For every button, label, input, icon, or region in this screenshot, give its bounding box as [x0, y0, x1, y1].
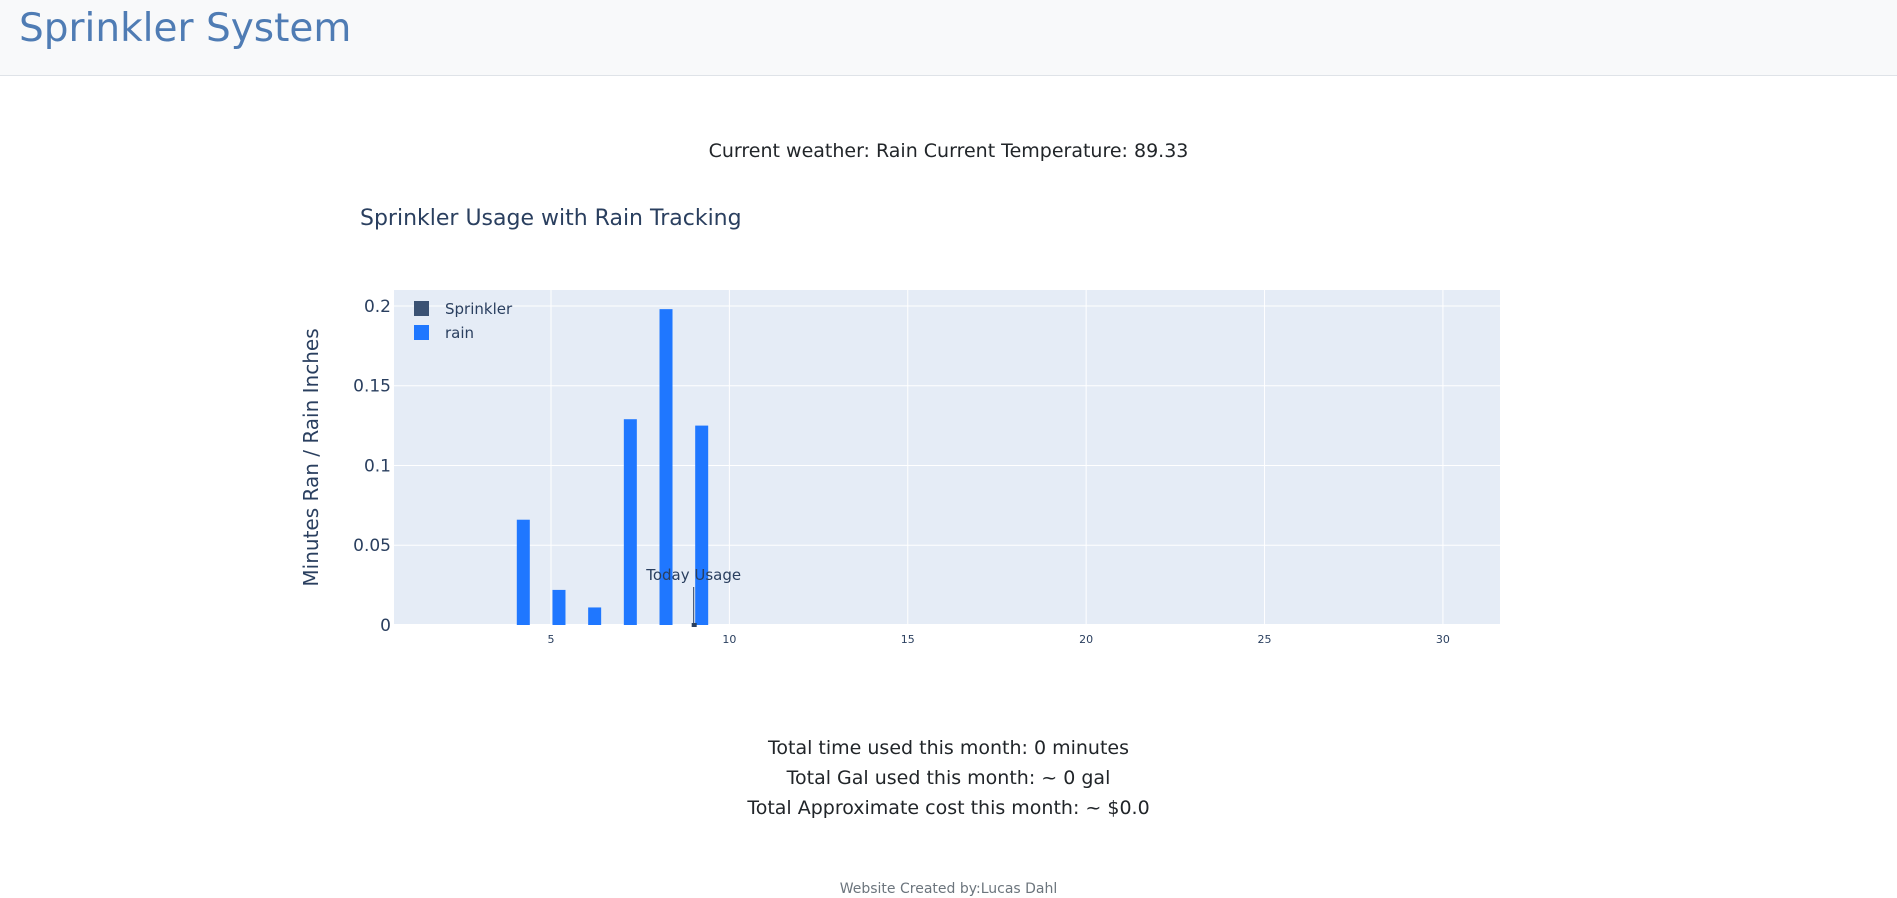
y-tick-label: 0.05 [353, 536, 391, 556]
rain-bar [552, 589, 566, 625]
total-cost-text: Total Approximate cost this month: ~ $0.… [747, 797, 1150, 819]
x-tick-label: 10 [722, 633, 736, 646]
y-axis-title: Minutes Ran / Rain Inches [299, 328, 323, 586]
x-tick-label: 15 [901, 633, 915, 646]
plot-area [394, 290, 1500, 625]
total-time-text: Total time used this month: 0 minutes [768, 737, 1129, 759]
rain-bar [623, 419, 637, 625]
x-tick-label: 25 [1258, 633, 1272, 646]
legend-swatch-rain [414, 325, 429, 340]
rain-bar [588, 607, 602, 625]
legend-swatch-sprinkler [414, 301, 429, 316]
usage-chart: Today Usage 5 10 15 20 25 30 0 0.05 0.1 0.15 0.2 Min… [299, 290, 1500, 646]
y-tick-label: 0.2 [364, 297, 391, 317]
x-tick-label: 30 [1436, 633, 1450, 646]
legend-label-rain: rain [445, 324, 474, 342]
monthly-stats: Total time used this month: 0 minutes To… [0, 733, 1897, 823]
y-tick-label: 0.15 [353, 377, 391, 397]
rain-bar [516, 519, 530, 625]
legend-label-sprinkler: Sprinkler [445, 300, 513, 318]
rain-bar [695, 425, 709, 625]
y-tick-label: 0.1 [364, 456, 391, 476]
x-tick-label: 20 [1079, 633, 1093, 646]
total-gallons-text: Total Gal used this month: ~ 0 gal [786, 767, 1111, 789]
footer-credit: Website Created by:Lucas Dahl [839, 881, 1058, 897]
x-tick-label: 5 [547, 633, 554, 646]
y-tick-label: 0 [380, 616, 391, 636]
annotation-marker [691, 623, 697, 627]
annotation-label: Today Usage [645, 566, 741, 584]
